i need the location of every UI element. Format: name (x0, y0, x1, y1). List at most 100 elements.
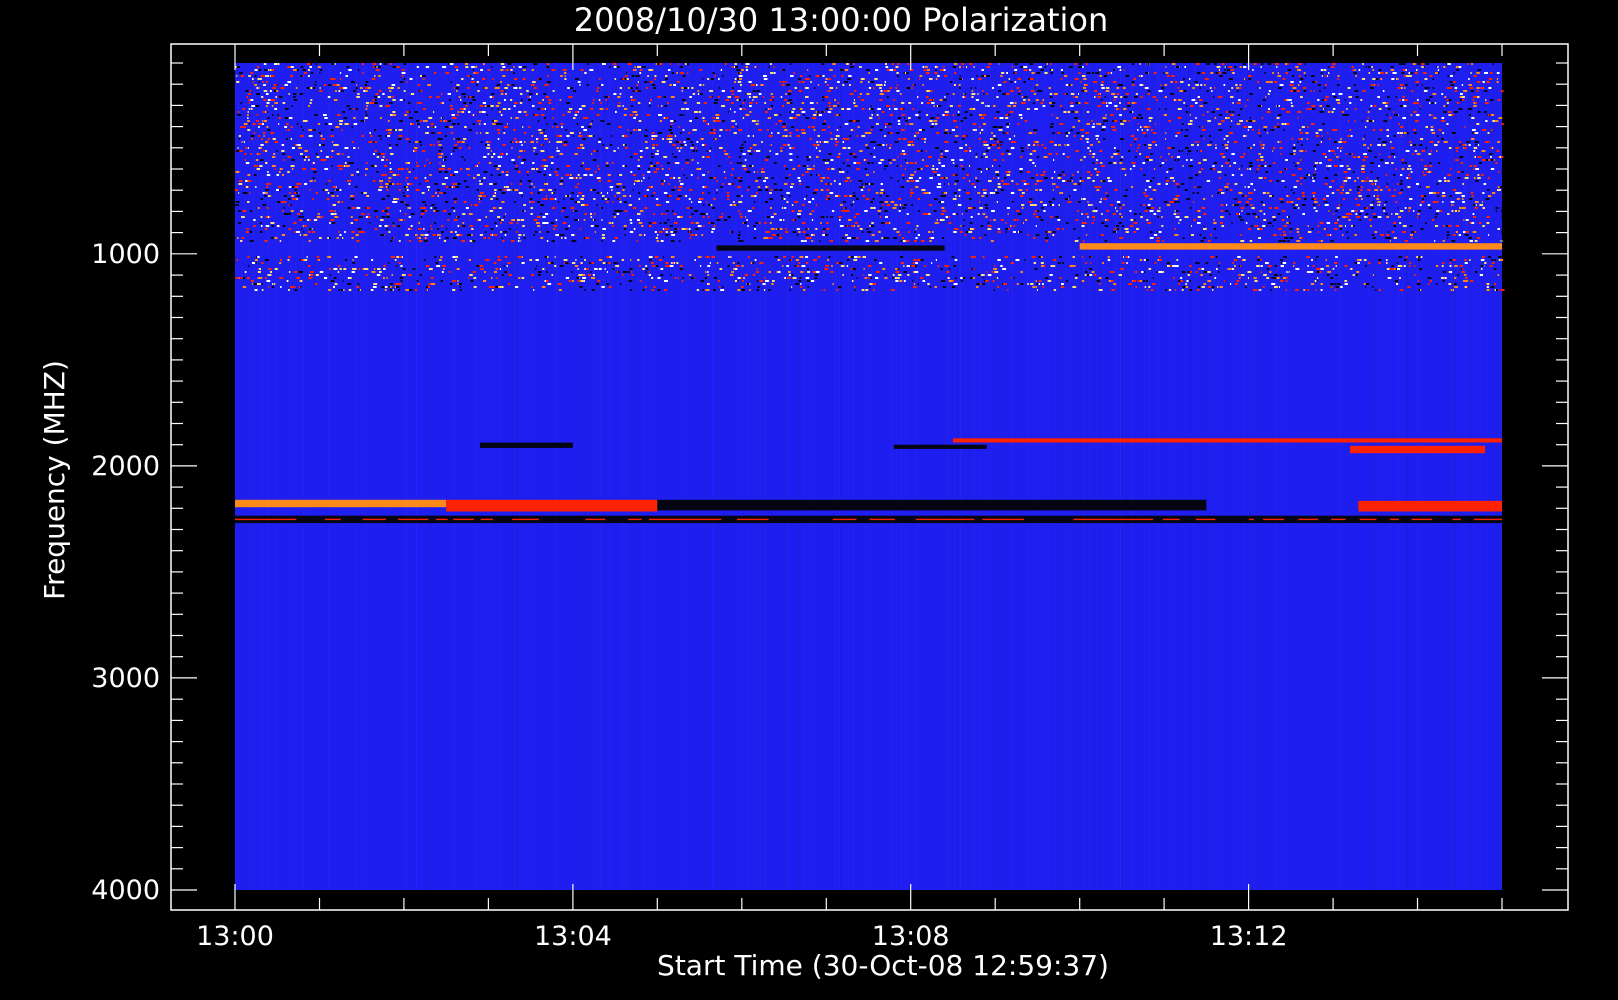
heatmap-speckle (1286, 123, 1290, 125)
heatmap-texture (557, 63, 559, 890)
heatmap-speckle (801, 111, 806, 113)
heatmap-speckle (1248, 192, 1253, 194)
heatmap-speckle (678, 150, 681, 152)
heatmap-speckle (692, 93, 696, 95)
heatmap-speckle (1265, 162, 1267, 164)
heatmap-speckle (990, 219, 992, 221)
heatmap-speckle (1139, 84, 1143, 86)
heatmap-speckle (490, 105, 494, 107)
heatmap-speckle (335, 90, 337, 92)
heatmap-speckle (571, 192, 574, 194)
heatmap-speckle (511, 240, 515, 242)
heatmap-speckle (294, 186, 297, 188)
heatmap-speckle (273, 84, 277, 86)
heatmap-speckle (246, 186, 249, 188)
heatmap-speckle (755, 192, 758, 194)
heatmap-speckle (875, 123, 879, 125)
heatmap-speckle (331, 195, 335, 197)
heatmap-speckle (1417, 210, 1422, 212)
heatmap-speckle (1247, 186, 1250, 188)
heatmap-speckle (871, 162, 874, 164)
heatmap-speckle (847, 219, 852, 221)
heatmap-texture (1471, 63, 1473, 890)
heatmap-speckle (474, 204, 478, 206)
heatmap-speckle (1384, 141, 1387, 143)
heatmap-speckle (1183, 90, 1187, 92)
heatmap-speckle (435, 192, 437, 194)
heatmap-texture (1454, 63, 1455, 890)
heatmap-speckle (807, 165, 809, 167)
heatmap-speckle (506, 153, 508, 155)
heatmap-speckle (724, 153, 729, 155)
heatmap-speckle (1320, 72, 1323, 74)
heatmap-speckle (782, 126, 784, 128)
heatmap-speckle (1021, 192, 1025, 194)
heatmap-speckle (294, 144, 297, 146)
heatmap-speckle (1390, 141, 1392, 143)
heatmap-speckle (1021, 150, 1025, 152)
heatmap-speckle (934, 66, 937, 68)
heatmap-speckle (1330, 150, 1335, 152)
heatmap-speckle (1326, 195, 1329, 197)
heatmap-speckle (1007, 105, 1011, 107)
heatmap-speckle (961, 168, 965, 170)
heatmap-speckle (499, 123, 503, 125)
heatmap-speckle (242, 210, 247, 212)
heatmap-speckle (779, 228, 783, 230)
heatmap-speckle (629, 219, 632, 221)
heatmap-speckle (1179, 219, 1182, 221)
heatmap-speckle (1183, 102, 1186, 104)
heatmap-speckle (814, 189, 819, 191)
heatmap-speckle (857, 126, 860, 128)
heatmap-speckle (537, 171, 542, 173)
heatmap-speckle (1394, 114, 1399, 116)
heatmap-speckle (1281, 180, 1285, 182)
heatmap-speckle (1290, 90, 1293, 92)
heatmap-speckle (485, 144, 487, 146)
heatmap-speckle (1499, 186, 1503, 188)
heatmap-speckle (1454, 87, 1458, 89)
heatmap-speckle (840, 204, 843, 206)
heatmap-speckle (405, 177, 409, 179)
heatmap-speckle (929, 240, 932, 242)
heatmap-speckle (701, 144, 705, 146)
heatmap-speckle (551, 156, 554, 158)
heatmap-speckle (1008, 114, 1010, 116)
heatmap-speckle (537, 201, 540, 203)
heatmap-speckle (1487, 195, 1492, 197)
heatmap-speckle (1260, 156, 1264, 158)
heatmap-speckle (977, 93, 979, 95)
heatmap-speckle (771, 177, 774, 179)
heatmap-speckle (1479, 222, 1482, 224)
heatmap-speckle (1006, 72, 1008, 74)
heatmap-texture (913, 63, 915, 890)
heatmap-speckle (1373, 129, 1376, 131)
heatmap-speckle (257, 66, 260, 68)
heatmap-speckle (384, 165, 388, 167)
heatmap-speckle (1293, 162, 1295, 164)
heatmap-speckle (768, 66, 770, 68)
heatmap-speckle (505, 93, 507, 95)
heatmap-speckle (583, 219, 586, 221)
heatmap-speckle (1170, 81, 1173, 83)
heatmap-speckle (1064, 132, 1069, 134)
heatmap-speckle (531, 201, 535, 203)
heatmap-speckle (665, 210, 669, 212)
heatmap-speckle (371, 78, 376, 80)
heatmap-speckle (490, 198, 493, 200)
heatmap-speckle (265, 162, 268, 164)
heatmap-speckle (964, 234, 967, 236)
heatmap-speckle (312, 177, 315, 179)
heatmap-speckle (1101, 213, 1103, 215)
heatmap-speckle (1447, 237, 1449, 239)
heatmap-speckle (1459, 99, 1463, 101)
heatmap-speckle (731, 120, 736, 122)
heatmap-speckle (630, 156, 633, 158)
heatmap-speckle (1356, 216, 1361, 218)
heatmap-speckle (1477, 144, 1480, 146)
heatmap-speckle (1218, 189, 1223, 191)
heatmap-speckle (1221, 165, 1223, 167)
heatmap-speckle (236, 81, 240, 83)
heatmap-speckle (505, 213, 507, 215)
heatmap-speckle (623, 144, 625, 146)
